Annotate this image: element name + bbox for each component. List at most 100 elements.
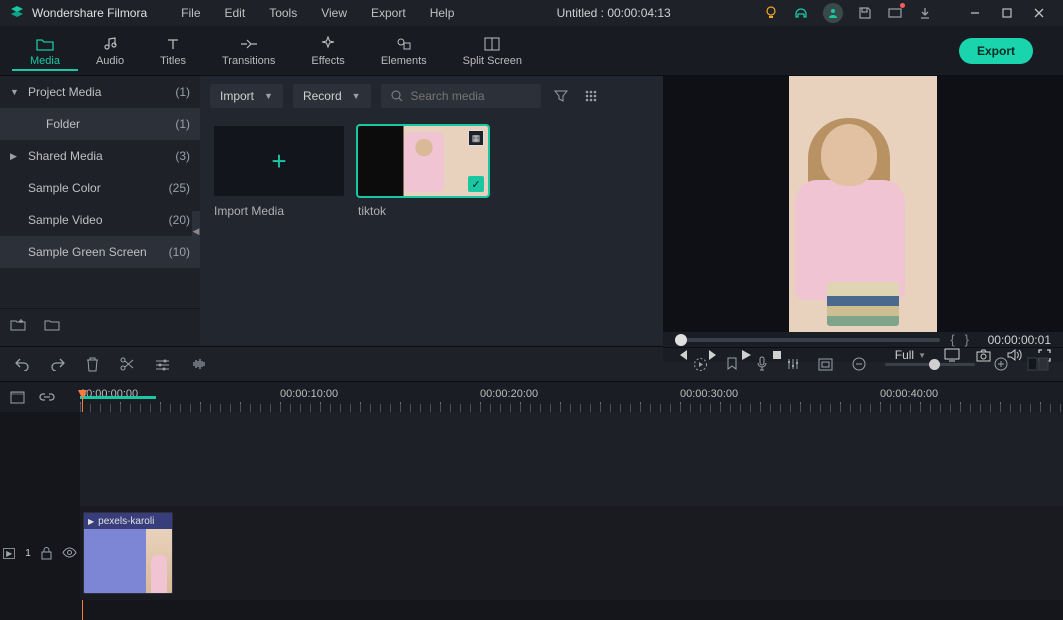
import-thumb: + — [214, 126, 344, 196]
mark-in-icon[interactable]: { — [950, 332, 954, 347]
tab-elements[interactable]: Elements — [363, 31, 445, 71]
close-button[interactable] — [1023, 0, 1055, 26]
tab-effects[interactable]: Effects — [293, 31, 362, 71]
media-item-tiktok[interactable]: ▦ ✓ tiktok — [358, 126, 488, 218]
media-sidebar: ▼ Project Media (1) Folder (1) ▶ Shared … — [0, 76, 200, 346]
new-folder-icon[interactable] — [10, 317, 26, 331]
zoom-slider[interactable] — [885, 363, 975, 366]
undo-button[interactable] — [14, 357, 30, 371]
export-button[interactable]: Export — [959, 38, 1033, 64]
minimize-button[interactable] — [959, 0, 991, 26]
timeline-clip[interactable]: ▶ pexels-karoli — [83, 512, 173, 594]
filter-icon[interactable] — [551, 89, 571, 103]
track-head: ▶ 1 — [0, 506, 80, 600]
maximize-button[interactable] — [991, 0, 1023, 26]
ruler-minor-ticks — [80, 404, 1063, 412]
marker-icon[interactable] — [726, 357, 738, 372]
mark-out-icon[interactable]: } — [965, 332, 969, 347]
record-dropdown[interactable]: Record ▼ — [293, 84, 371, 108]
menu-export[interactable]: Export — [361, 2, 416, 24]
voiceover-icon[interactable] — [756, 356, 768, 372]
split-button[interactable] — [119, 356, 135, 372]
scrubber[interactable] — [675, 338, 940, 342]
menu-view[interactable]: View — [311, 2, 357, 24]
lightbulb-icon[interactable] — [763, 5, 779, 21]
grid-view-icon[interactable] — [581, 89, 601, 103]
sidebar-project-media-label: Project Media — [28, 85, 101, 99]
tab-transitions-label: Transitions — [222, 55, 275, 67]
folder-icon[interactable] — [44, 317, 60, 331]
tab-transitions[interactable]: Transitions — [204, 31, 293, 71]
collapse-sidebar-handle[interactable]: ◀ — [192, 211, 200, 251]
sidebar-project-media-count: (1) — [175, 85, 190, 99]
zoom-knob[interactable] — [929, 359, 940, 370]
menu-tools[interactable]: Tools — [259, 2, 307, 24]
video-track-body[interactable]: ▶ pexels-karoli — [80, 506, 1063, 600]
audio-waveform-icon[interactable] — [190, 357, 208, 371]
audio-mixer-icon[interactable] — [786, 357, 800, 371]
chevron-down-icon: ▼ — [264, 91, 273, 101]
import-dropdown-label: Import — [220, 89, 254, 103]
link-icon[interactable] — [39, 391, 55, 403]
plus-icon: + — [271, 146, 286, 177]
search-input[interactable] — [411, 89, 531, 103]
import-media-tile[interactable]: + Import Media — [214, 126, 344, 218]
sidebar-shared-media[interactable]: ▶ Shared Media (3) — [0, 140, 200, 172]
app-logo — [8, 4, 26, 22]
crop-icon[interactable] — [818, 358, 833, 371]
titlebar: Wondershare Filmora File Edit Tools View… — [0, 0, 1063, 26]
tiktok-thumb: ▦ ✓ — [358, 126, 488, 196]
delete-button[interactable] — [86, 357, 99, 372]
clip-thumbnail — [84, 529, 172, 594]
menu-edit[interactable]: Edit — [215, 2, 256, 24]
lock-icon[interactable] — [41, 547, 52, 560]
zoom-out-button[interactable] — [851, 356, 867, 372]
prev-frame-button[interactable] — [675, 348, 689, 362]
timeline-options-icon[interactable] — [10, 391, 25, 404]
tab-audio[interactable]: Audio — [78, 31, 142, 71]
zoom-in-button[interactable] — [993, 356, 1009, 372]
menu-help[interactable]: Help — [420, 2, 465, 24]
sidebar-project-media[interactable]: ▼ Project Media (1) — [0, 76, 200, 108]
sidebar-sample-green[interactable]: Sample Green Screen (10) — [0, 236, 200, 268]
download-icon[interactable] — [917, 5, 933, 21]
search-input-wrap[interactable] — [381, 84, 541, 108]
zoom-fit-button[interactable] — [1027, 357, 1049, 371]
scrub-knob[interactable] — [675, 334, 687, 346]
menu-file[interactable]: File — [171, 2, 210, 24]
section-tabs: Media Audio Titles Transitions Effects E… — [0, 26, 1063, 76]
sidebar-sample-color[interactable]: Sample Color (25) — [0, 172, 200, 204]
record-dropdown-label: Record — [303, 89, 342, 103]
sidebar-sample-video[interactable]: Sample Video (20) — [0, 204, 200, 236]
render-icon[interactable] — [693, 357, 708, 372]
tab-media[interactable]: Media — [12, 31, 78, 71]
check-icon: ✓ — [468, 176, 484, 192]
tab-titles[interactable]: Titles — [142, 31, 204, 71]
message-icon[interactable] — [887, 5, 903, 21]
chevron-right-icon: ▶ — [10, 151, 17, 162]
search-icon — [391, 90, 403, 102]
redo-button[interactable] — [50, 357, 66, 371]
empty-track-row — [0, 412, 1063, 506]
track-play-icon[interactable]: ▶ — [3, 548, 15, 559]
chevron-down-icon: ▼ — [10, 87, 19, 97]
tab-media-label: Media — [30, 55, 60, 67]
track-body-empty[interactable] — [80, 412, 1063, 506]
save-icon[interactable] — [857, 5, 873, 21]
eye-icon[interactable] — [62, 547, 77, 560]
tab-audio-label: Audio — [96, 55, 124, 67]
sidebar-folder-count: (1) — [175, 117, 190, 131]
clip-header: ▶ pexels-karoli — [84, 513, 172, 529]
media-toolbar: Import ▼ Record ▼ — [200, 76, 663, 116]
tiktok-label: tiktok — [358, 204, 488, 218]
account-icon[interactable] — [823, 3, 843, 23]
timeline: 00:00:00:00 00:00:10:00 00:00:20:00 00:0… — [0, 382, 1063, 620]
adjust-icon[interactable] — [155, 358, 170, 371]
import-media-label: Import Media — [214, 204, 344, 218]
tab-splitscreen[interactable]: Split Screen — [445, 31, 540, 71]
import-dropdown[interactable]: Import ▼ — [210, 84, 283, 108]
headphones-icon[interactable] — [793, 5, 809, 21]
sidebar-folder[interactable]: Folder (1) — [0, 108, 200, 140]
track-number: 1 — [25, 548, 31, 559]
ruler-mark-3: 00:00:30:00 — [680, 388, 738, 400]
